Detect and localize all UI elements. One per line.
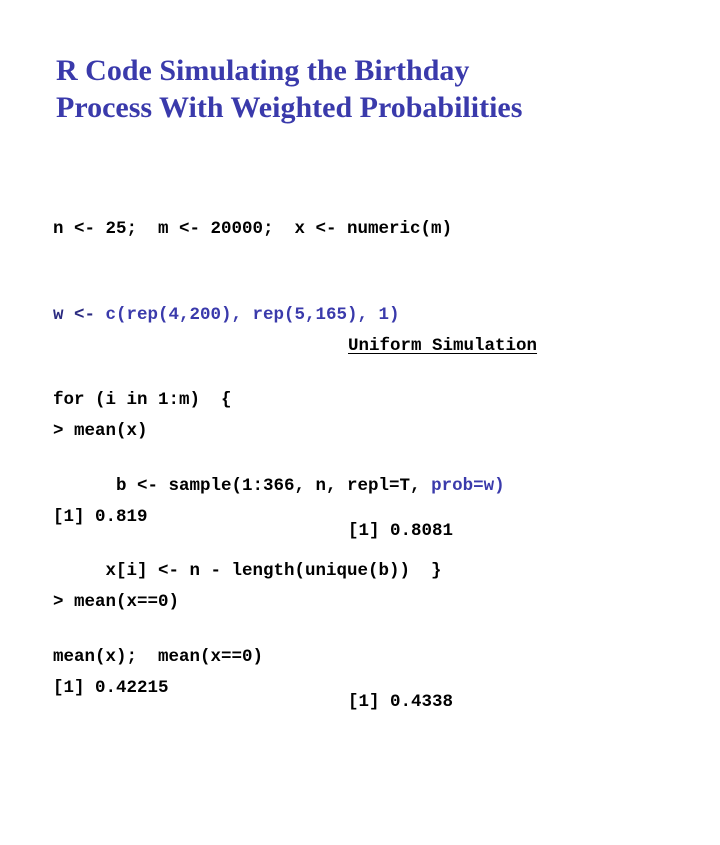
weighted-output-line-2: [1] 0.819 [53,506,148,527]
code-line-1-text: n <- 25; m <- 20000; x <- numeric(m) [53,219,453,239]
uniform-output-line-2: [1] 0.4338 [348,692,454,712]
uniform-output-line-1: [1] 0.8081 [348,521,454,541]
code-line-1: n <- 25; m <- 20000; x <- numeric(m) [53,215,505,244]
code-line-2-weights: c(rep(4,200), rep(5,165), 1) [105,304,400,325]
page-title: R Code Simulating the Birthday Process W… [56,52,656,126]
weighted-output-line-1: > mean(x) [53,421,148,441]
weighted-output-line-3: > mean(x==0) [53,592,180,612]
weighted-output-column: > mean(x) [1] 0.819 > mean(x==0) [1] 0.4… [53,360,179,759]
weighted-output-line-4: [1] 0.42215 [53,677,169,698]
slide-canvas: R Code Simulating the Birthday Process W… [0,0,720,712]
uniform-simulation-heading: Uniform Simulation [348,336,538,356]
page-title-line-1: R Code Simulating the Birthday [56,54,470,87]
code-line-2-assign: w <- [53,304,106,325]
uniform-output-column: [1] 0.8081 [1] 0.4338 [348,389,453,845]
code-line-2: w <- c(rep(4,200), rep(5,165), 1) [53,301,505,330]
page-title-line-2: Process With Weighted Probabilities [56,91,523,124]
